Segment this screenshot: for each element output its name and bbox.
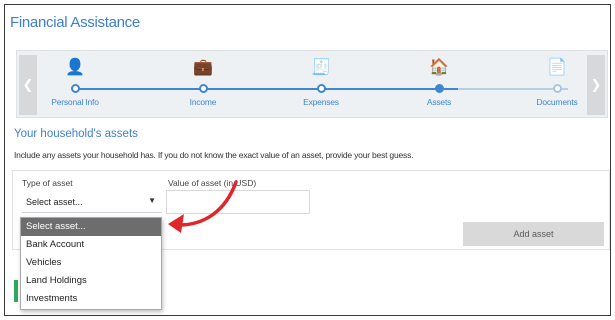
step-dot-active bbox=[434, 84, 444, 93]
step-income[interactable]: 💼 Income bbox=[158, 55, 248, 107]
step-dot bbox=[316, 84, 326, 93]
asset-type-selected-value: Select asset... bbox=[26, 197, 83, 207]
asset-type-select[interactable]: Select asset... ▼ bbox=[22, 193, 162, 213]
page-title: Financial Assistance bbox=[10, 14, 140, 31]
step-label: Income bbox=[189, 97, 217, 107]
dropdown-option-land-holdings[interactable]: Land Holdings bbox=[21, 272, 161, 290]
green-action-indicator bbox=[14, 280, 18, 302]
step-label: Expenses bbox=[303, 97, 339, 107]
asset-value-label: Value of asset (in USD) bbox=[168, 178, 257, 188]
person-icon: 👤 bbox=[65, 59, 85, 76]
dropdown-option-investments[interactable]: Investments bbox=[21, 290, 161, 308]
step-personal-info[interactable]: 👤 Personal Info bbox=[30, 55, 120, 107]
briefcase-icon: 💼 bbox=[193, 59, 213, 76]
house-icon: 🏠 bbox=[429, 59, 449, 76]
dropdown-option-vehicles[interactable]: Vehicles bbox=[21, 254, 161, 272]
dropdown-option-select-asset[interactable]: Select asset... bbox=[21, 218, 161, 236]
step-label: Assets bbox=[426, 97, 452, 107]
step-label: Personal Info bbox=[51, 97, 99, 107]
receipt-icon: 🧾 bbox=[311, 59, 331, 76]
step-expenses[interactable]: 🧾 Expenses bbox=[276, 55, 366, 107]
chevron-down-icon: ▼ bbox=[148, 196, 156, 205]
step-dot bbox=[552, 84, 562, 93]
asset-type-label: Type of asset bbox=[22, 178, 73, 188]
step-assets[interactable]: 🏠 Assets bbox=[394, 55, 484, 107]
section-title: Your household's assets bbox=[14, 128, 138, 140]
step-dot bbox=[70, 84, 80, 93]
progress-stepper: ❮ 👤 Personal Info 💼 Income 🧾 Expenses 🏠 … bbox=[16, 50, 608, 118]
step-dot bbox=[198, 84, 208, 93]
asset-value-input[interactable] bbox=[166, 190, 310, 214]
add-asset-button[interactable]: Add asset bbox=[463, 222, 604, 246]
section-description: Include any assets your household has. I… bbox=[14, 150, 414, 160]
chevron-right-icon[interactable]: ❯ bbox=[587, 55, 605, 115]
dropdown-option-bank-account[interactable]: Bank Account bbox=[21, 236, 161, 254]
asset-type-dropdown-list[interactable]: Select asset... Bank Account Vehicles La… bbox=[20, 217, 162, 310]
